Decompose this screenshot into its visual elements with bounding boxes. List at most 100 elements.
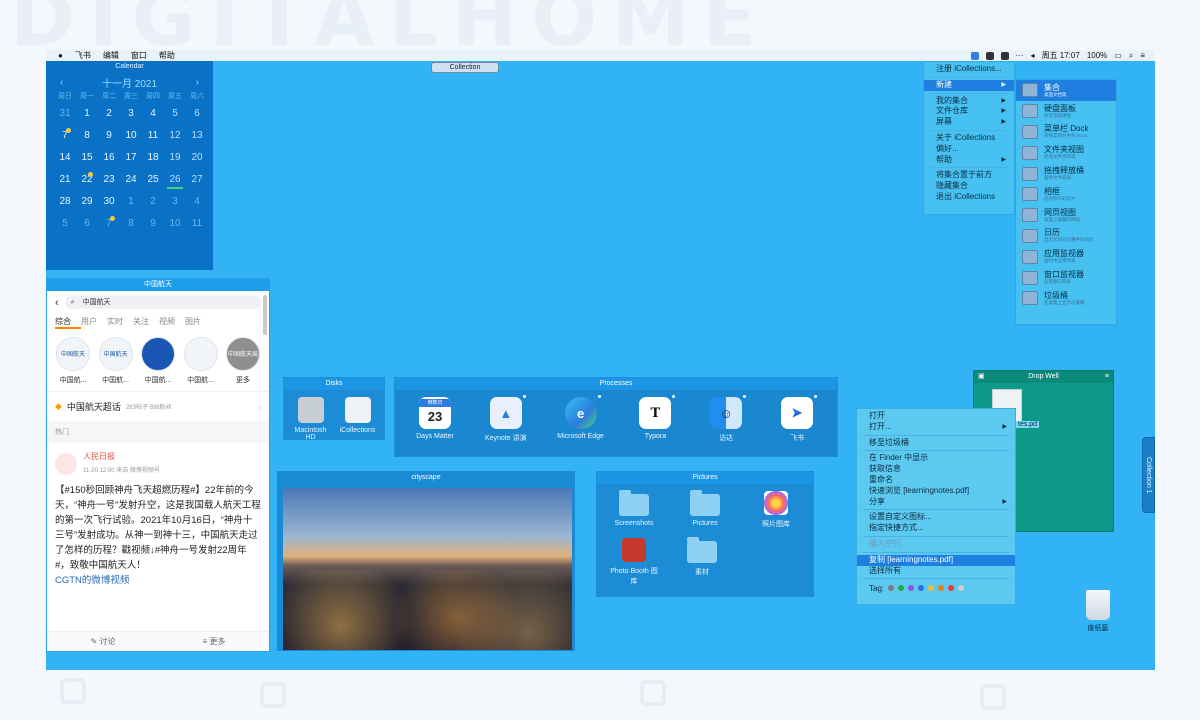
menu-item-open[interactable]: 打开	[857, 411, 1015, 422]
calendar-day[interactable]: 23	[98, 169, 120, 191]
tag-gray[interactable]	[888, 585, 895, 592]
apple-icon[interactable]: ●	[58, 51, 63, 60]
menu-item-show-in-finder[interactable]: 在 Finder 中显示	[857, 453, 1015, 464]
super-topic-row[interactable]: ◆ 中国航天超话 283帖子 898粉丝 ›	[47, 391, 269, 421]
calendar-day[interactable]: 11	[142, 125, 164, 147]
calendar-day[interactable]: 8	[76, 125, 98, 147]
calendar-day[interactable]: 10	[164, 213, 186, 235]
new-trash-item[interactable]: 垃圾桶 在桌面上显示垃圾桶	[1016, 288, 1116, 309]
new-calendar-item[interactable]: 日历 显示您的日历事件的日历	[1016, 226, 1116, 247]
tab-follow[interactable]: 关注	[133, 316, 159, 329]
cityscape-photo[interactable]	[283, 488, 572, 650]
calendar-day[interactable]: 20	[186, 147, 208, 169]
discuss-button[interactable]: ✎ 讨论	[91, 636, 116, 647]
menu-item-bring-to-front[interactable]: 将集合置于前方	[924, 170, 1014, 181]
calendar-day[interactable]: 3	[120, 103, 142, 125]
folder-item[interactable]: Pictures	[678, 488, 732, 529]
folder-item[interactable]: Photo Booth 图库	[607, 535, 661, 586]
account-item[interactable]: 中国航...	[183, 337, 219, 385]
calendar-day[interactable]: 14	[54, 147, 76, 169]
disk-item[interactable]: iCollections	[337, 394, 378, 441]
spotlight-search-icon[interactable]: ⌕	[1129, 51, 1133, 61]
account-item[interactable]: 中国航...	[140, 337, 176, 385]
calendar-day[interactable]: 15	[76, 147, 98, 169]
calendar-day[interactable]: 8	[120, 213, 142, 235]
new-menubar-dock-item[interactable]: 菜单栏 Dock 系统菜单栏中的 Dock	[1016, 122, 1116, 143]
scrollbar[interactable]	[263, 295, 267, 335]
tag-blue[interactable]	[918, 585, 925, 592]
poster-avatar[interactable]	[55, 453, 77, 475]
new-drop-well-item[interactable]: 拖拽释放桶 临时文件容器	[1016, 163, 1116, 184]
menu-app-name[interactable]: 飞书	[75, 50, 91, 61]
more-button[interactable]: ≡ 更多	[203, 636, 226, 647]
calendar-day[interactable]: 11	[186, 213, 208, 235]
calendar-day[interactable]: 3	[164, 191, 186, 213]
menu-item-assign-shortcut[interactable]: 指定快捷方式...	[857, 523, 1015, 534]
process-item[interactable]: ☺ 访达	[698, 394, 754, 443]
menu-item-quit[interactable]: 退出 iCollections	[924, 192, 1014, 203]
menu-item-open-with[interactable]: 打开... ▶	[857, 422, 1015, 433]
calendar-day[interactable]: 17	[120, 147, 142, 169]
prev-month-chevron-icon[interactable]: ‹	[60, 77, 63, 88]
calendar-day[interactable]: 24	[120, 169, 142, 191]
back-chevron-icon[interactable]: ‹	[55, 297, 59, 309]
calendar-day[interactable]: 10	[120, 125, 142, 147]
menu-item-file-repository[interactable]: 文件仓库 ▶	[924, 106, 1014, 117]
calendar-day[interactable]: 7	[98, 213, 120, 235]
collection-tab[interactable]: Collection	[431, 62, 499, 73]
collection-side-tab[interactable]: Collection 1	[1142, 437, 1155, 513]
more-accounts[interactable]: 中国航天局 更多	[225, 337, 261, 385]
calendar-day[interactable]: 21	[54, 169, 76, 191]
control-center-icon[interactable]: ≡	[1140, 51, 1145, 60]
menu-item-new[interactable]: 新建 ▶	[924, 79, 1014, 91]
new-photo-frame-item[interactable]: 相框 您的照片幻灯片	[1016, 184, 1116, 205]
calendar-day[interactable]: 5	[164, 103, 186, 125]
account-item[interactable]: 中国航天 中国航...	[55, 337, 91, 385]
menu-item-rename[interactable]: 重命名	[857, 475, 1015, 486]
tag-none[interactable]	[958, 585, 965, 592]
menu-icon[interactable]: ≡	[1105, 371, 1109, 383]
menu-item-about[interactable]: 关于 iCollections	[924, 133, 1014, 144]
calendar-day[interactable]: 28	[54, 191, 76, 213]
menu-item-screens[interactable]: 屏幕 ▶	[924, 117, 1014, 128]
calendar-day[interactable]: 12	[164, 125, 186, 147]
account-item[interactable]: 中国航天 中国航...	[98, 337, 134, 385]
menu-item-hide-collections[interactable]: 隐藏集合	[924, 181, 1014, 192]
calendar-day[interactable]: 31	[54, 103, 76, 125]
calendar-day[interactable]: 4	[186, 191, 208, 213]
menu-item-copy[interactable]: 复制 [learningnotes.pdf]	[857, 554, 1015, 566]
battery-icon[interactable]: ▭	[1114, 51, 1122, 60]
tag-orange[interactable]	[938, 585, 945, 592]
calendar-day[interactable]: 6	[186, 103, 208, 125]
tag-purple[interactable]	[908, 585, 915, 592]
post-video-link[interactable]: CGTN的微博视频	[55, 573, 261, 588]
new-collection-item[interactable]: 集合 桌面文档集	[1016, 80, 1116, 101]
calendar-day[interactable]: 16	[98, 147, 120, 169]
more-icon[interactable]: ···	[1016, 51, 1024, 60]
icollections-menubar-icon[interactable]	[970, 51, 979, 60]
calendar-day[interactable]: 29	[76, 191, 98, 213]
calendar-day[interactable]: 9	[142, 213, 164, 235]
poster-name[interactable]: 人民日报	[83, 449, 160, 464]
menu-item-share[interactable]: 分享 ▶	[857, 497, 1015, 508]
menu-item-select-all[interactable]: 选择所有	[857, 566, 1015, 577]
menu-item-set-custom-icon[interactable]: 设置自定义图标...	[857, 512, 1015, 523]
battery-percent[interactable]: 100%	[1087, 51, 1107, 60]
calendar-day[interactable]: 7	[54, 125, 76, 147]
status-icon[interactable]	[985, 51, 994, 60]
calendar-day[interactable]: 19	[164, 147, 186, 169]
process-item[interactable]: T Typora	[627, 394, 683, 443]
folder-item[interactable]: 照片图库	[749, 488, 803, 529]
new-folder-view-item[interactable]: 文件夹视图 所选文件夹内容	[1016, 142, 1116, 163]
calendar-day[interactable]: 4	[142, 103, 164, 125]
new-web-view-item[interactable]: 网页视图 桌面上收藏的网站	[1016, 205, 1116, 226]
menu-item-move-to-trash[interactable]: 移至垃圾桶	[857, 438, 1015, 449]
calendar-day[interactable]: 9	[98, 125, 120, 147]
calendar-day[interactable]: 6	[76, 213, 98, 235]
calendar-day[interactable]: 2	[142, 191, 164, 213]
calendar-day[interactable]: 1	[76, 103, 98, 125]
folder-item[interactable]: Screenshots	[607, 488, 661, 529]
calendar-day[interactable]: 2	[98, 103, 120, 125]
process-item[interactable]: ▲ Keynote 讲演	[478, 394, 534, 443]
new-disks-panel-item[interactable]: 硬盘面板 所选电脑硬盘	[1016, 101, 1116, 122]
